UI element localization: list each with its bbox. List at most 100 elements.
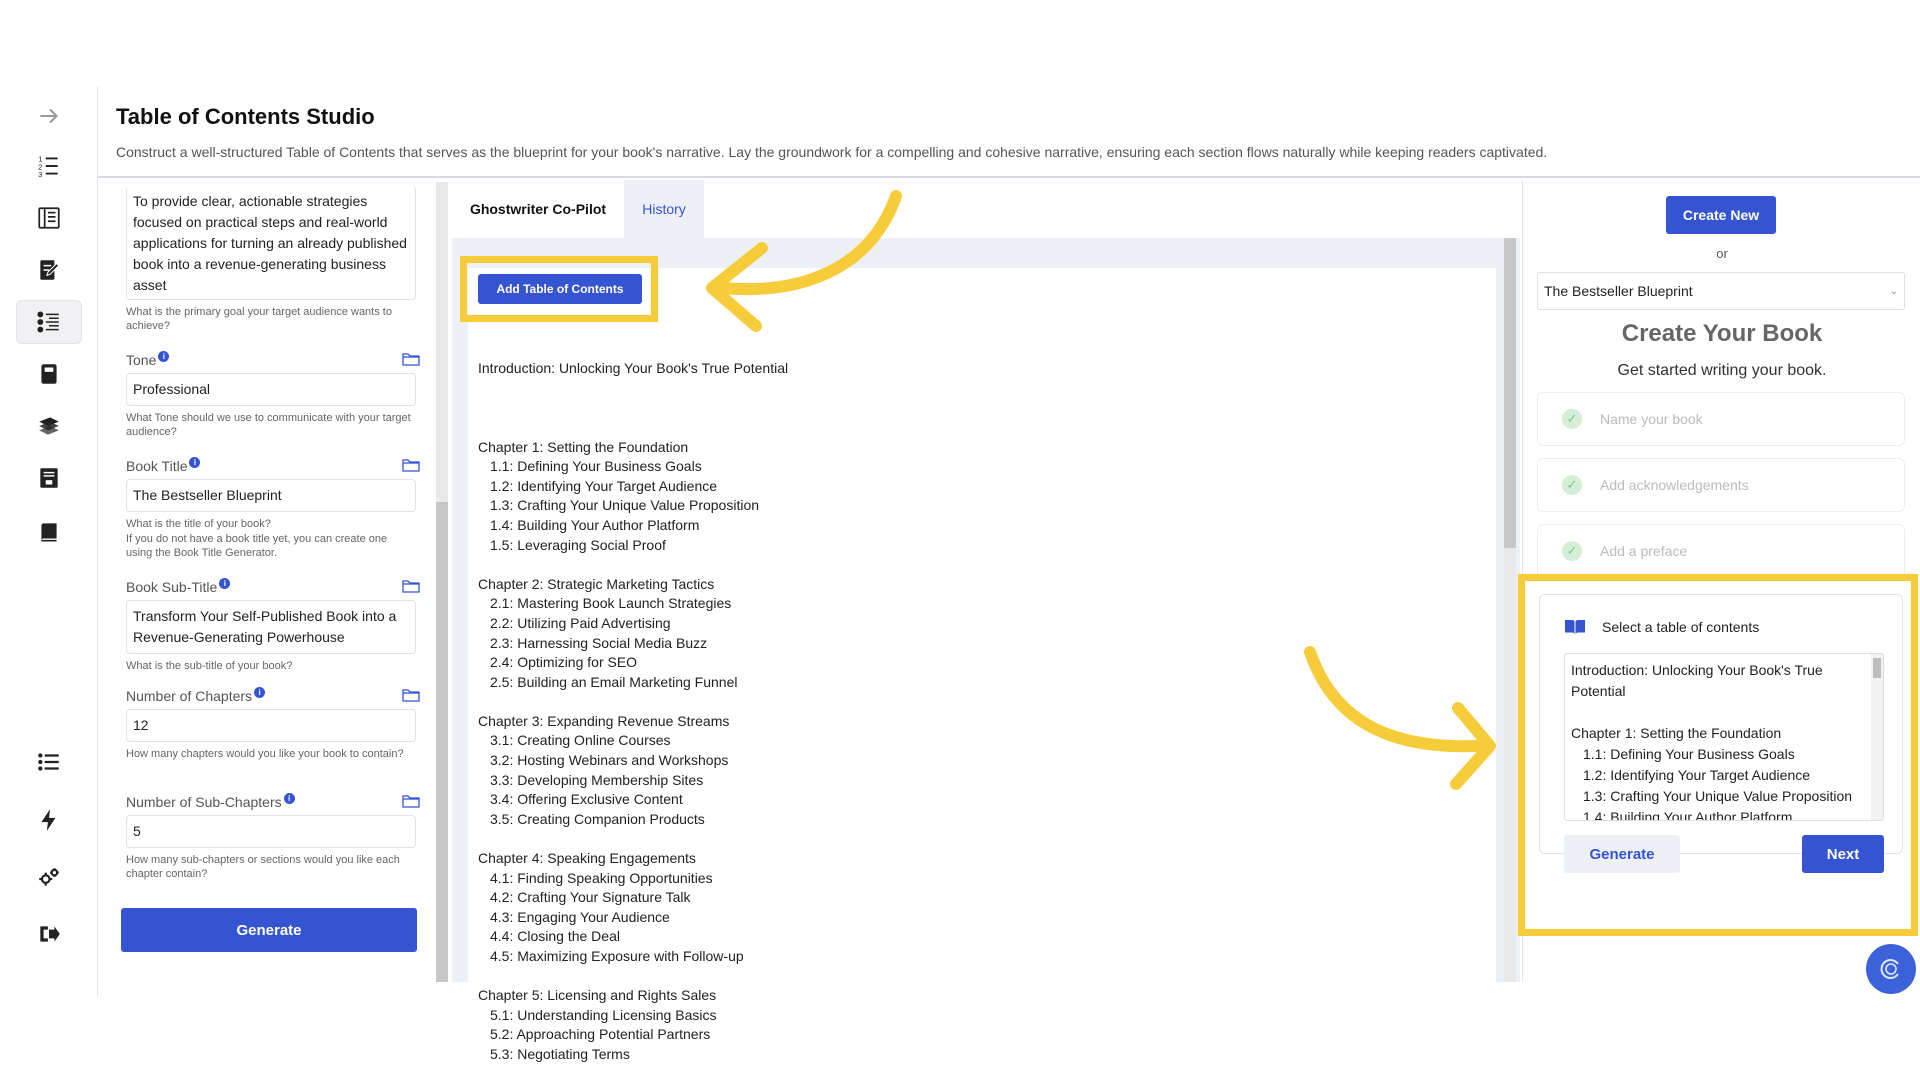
step-label: Add acknowledgements (1600, 477, 1749, 493)
books-stack-icon[interactable] (16, 404, 82, 448)
toc-subchapter: 1.2: Identifying Your Target Audience (490, 477, 718, 494)
goal-textarea[interactable]: To provide clear, actionable strategies … (126, 186, 416, 300)
info-icon[interactable]: i (189, 456, 201, 468)
check-icon: ✓ (1562, 409, 1582, 429)
info-icon[interactable]: i (158, 350, 170, 362)
page-subtitle: Construct a well-structured Table of Con… (116, 144, 1548, 160)
list-icon[interactable] (16, 740, 82, 784)
toc-intro: Introduction: Unlocking Your Book's True… (478, 360, 789, 377)
edit-doc-icon[interactable] (16, 248, 82, 292)
highlight-box (460, 256, 658, 322)
toc-chapter: Chapter 2: Strategic Marketing Tactics (478, 575, 715, 592)
book-subtitle-help: What is the sub-title of your book? (126, 660, 293, 672)
folder-icon[interactable] (402, 352, 420, 366)
tab-bar: Ghostwriter Co-Pilot History (452, 180, 1520, 238)
tone-label: Tone (126, 352, 157, 368)
toc-subchapter: 2.3: Harnessing Social Media Buzz (490, 634, 708, 651)
chevron-down-icon: ⌄ (1889, 285, 1898, 297)
toc-subchapter: 2.1: Mastering Book Launch Strategies (490, 595, 732, 612)
book-icon[interactable] (16, 510, 82, 554)
arrow-right-icon[interactable] (16, 94, 82, 138)
book-select[interactable]: The Bestseller Blueprint ⌄ (1537, 272, 1905, 310)
create-book-title: Create Your Book (1621, 320, 1823, 347)
tab-ghostwriter-copilot[interactable]: Ghostwriter Co-Pilot (452, 180, 624, 238)
toc-subchapter: 5.2: Approaching Potential Partners (490, 1026, 711, 1043)
create-book-subtitle: Get started writing your book. (1617, 362, 1827, 379)
toc-chapter: Chapter 5: Licensing and Rights Sales (478, 987, 717, 1004)
toc-chapter: Chapter 1: Setting the Foundation (478, 438, 689, 455)
app-window: 12 3 Table of Contents Studio Construct a… (0, 0, 1920, 1080)
archive-icon[interactable] (16, 456, 82, 500)
subchapters-input[interactable]: 5 (126, 815, 416, 848)
folder-icon[interactable] (402, 794, 420, 808)
scrollbar-thumb[interactable] (1504, 238, 1516, 548)
step-name-book[interactable]: ✓ Name your book (1537, 392, 1905, 446)
step-acknowledgements[interactable]: ✓ Add acknowledgements (1537, 458, 1905, 512)
toc-subchapter: 3.4: Offering Exclusive Content (490, 791, 683, 808)
tone-input[interactable]: Professional (126, 373, 416, 406)
toc-subchapter: 2.5: Building an Email Marketing Funnel (490, 673, 738, 690)
toc-subchapter: 3.1: Creating Online Courses (490, 732, 671, 749)
book-subtitle-input[interactable]: Transform Your Self-Published Book into … (126, 600, 416, 654)
toc-list-icon[interactable] (16, 300, 82, 344)
subchapters-help: How many sub-chapters or sections would … (126, 854, 400, 880)
book-grid-icon[interactable] (16, 196, 82, 240)
toc-text: Introduction: Unlocking Your Book's True… (478, 320, 788, 1065)
spinner-icon (1880, 959, 1899, 979)
chapters-field: Number of Chapters i 12 How many chapters… (126, 686, 420, 761)
book-title-input[interactable]: The Bestseller Blueprint (126, 479, 416, 512)
check-icon: ✓ (1562, 475, 1582, 495)
toc-subchapter: 4.4: Closing the Deal (490, 928, 620, 945)
toc-subchapter: 1.5: Leveraging Social Proof (490, 536, 666, 553)
subchapters-label: Number of Sub-Chapters (126, 794, 282, 810)
book-title-label: Book Title (126, 458, 188, 474)
step-preface[interactable]: ✓ Add a preface (1537, 524, 1905, 578)
numbered-list-icon[interactable]: 123 (16, 144, 82, 188)
chapters-help: How many chapters would you like your bo… (126, 748, 404, 760)
toc-subchapter: 3.2: Hosting Webinars and Workshops (490, 752, 729, 769)
toc-subchapter: 5.3: Negotiating Terms (490, 1045, 630, 1062)
toc-subchapter: 5.1: Understanding Licensing Basics (490, 1006, 717, 1023)
goal-help: What is the primary goal your target aud… (126, 306, 392, 332)
book-subtitle-field: Book Sub-Title i Transform Your Self-Publ… (126, 577, 420, 673)
create-new-button[interactable]: Create New (1666, 196, 1776, 234)
chapters-label: Number of Chapters (126, 688, 253, 704)
info-icon[interactable]: i (219, 577, 231, 589)
lightning-icon[interactable] (16, 798, 82, 842)
folder-icon[interactable] (402, 579, 420, 593)
chat-launcher-button[interactable] (1866, 944, 1916, 994)
logout-icon[interactable] (16, 912, 82, 956)
generate-button[interactable]: Generate (121, 908, 417, 952)
document-scrollbar[interactable] (1504, 238, 1516, 982)
toc-subchapter: 1.4: Building Your Author Platform (490, 516, 700, 533)
toc-subchapter: 3.3: Developing Membership Sites (490, 771, 704, 788)
gears-icon[interactable] (16, 856, 82, 900)
book-select-value: The Bestseller Blueprint (1544, 283, 1693, 299)
or-separator: or (1716, 246, 1728, 261)
toc-chapter: Chapter 4: Speaking Engagements (478, 850, 696, 867)
folder-icon[interactable] (402, 458, 420, 472)
toc-subchapter: 2.4: Optimizing for SEO (490, 654, 638, 671)
highlight-box (1518, 574, 1918, 936)
form-scrollbar[interactable] (436, 182, 448, 982)
info-icon[interactable]: i (283, 792, 295, 804)
toc-subchapter: 4.5: Maximizing Exposure with Follow-up (490, 948, 744, 964)
check-icon: ✓ (1562, 541, 1582, 561)
step-label: Add a preface (1600, 543, 1688, 559)
toc-chapter: Chapter 3: Expanding Revenue Streams (478, 712, 730, 729)
toc-subchapter: 4.3: Engaging Your Audience (490, 908, 670, 925)
scrollbar-thumb[interactable] (436, 502, 448, 982)
book-title-help-2: If you do not have a book title yet, you… (126, 533, 388, 559)
page-title: Table of Contents Studio (116, 104, 375, 129)
book-title-help: What is the title of your book? (126, 518, 271, 530)
icon-rail: 123 (0, 86, 98, 996)
chapters-input[interactable]: 12 (126, 709, 416, 742)
book-title-field: Book Title i The Bestseller Blueprint Wha… (126, 456, 420, 560)
svg-text:3: 3 (38, 170, 42, 179)
tone-field: Tone i Professional What Tone should we u… (126, 350, 420, 439)
toc-subchapter: 4.2: Crafting Your Signature Talk (490, 889, 691, 906)
notebook-icon[interactable] (16, 352, 82, 396)
tab-history[interactable]: History (624, 180, 704, 238)
info-icon[interactable]: i (254, 686, 266, 698)
folder-icon[interactable] (402, 688, 420, 702)
